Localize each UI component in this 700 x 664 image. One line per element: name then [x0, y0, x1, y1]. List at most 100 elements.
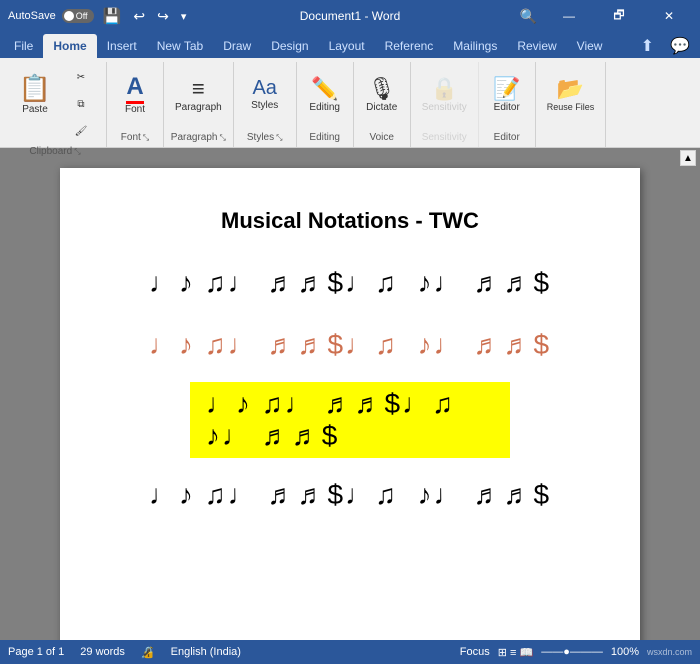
- comments-icon[interactable]: 💬: [664, 34, 696, 58]
- ribbon-group-paragraph: ≡ Paragraph Paragraph ⤡: [164, 62, 234, 147]
- tab-mailings[interactable]: Mailings: [443, 34, 507, 58]
- dictate-label: Dictate: [366, 102, 397, 113]
- tab-view[interactable]: View: [567, 34, 613, 58]
- tab-references[interactable]: Referenc: [375, 34, 444, 58]
- reuse-files-icon: 📂: [557, 76, 584, 102]
- more-commands-icon[interactable]: ▾: [178, 8, 190, 25]
- tab-new-tab[interactable]: New Tab: [147, 34, 213, 58]
- ribbon-group-editing: ✏️ Editing Editing: [297, 62, 354, 147]
- editor-icon: 📝: [493, 76, 520, 102]
- collapse-ribbon-button[interactable]: ▲: [680, 150, 696, 166]
- reuse-files-content: 📂 Reuse Files: [542, 64, 600, 141]
- tab-home[interactable]: Home: [43, 34, 96, 58]
- editing-label: Editing: [309, 102, 340, 113]
- cut-icon: ✂: [77, 72, 85, 83]
- title-bar: AutoSave Off 💾 ↩ ↪ ▾ Document1 - Word 🔍 …: [0, 0, 700, 32]
- voice-group-label: Voice: [360, 130, 404, 145]
- clipboard-small-group: ✂ ⧉ 🖌: [62, 64, 100, 144]
- editor-group-label: Editor: [485, 130, 529, 145]
- ribbon-group-voice: 🎙 Dictate Voice: [354, 62, 411, 147]
- status-bar: Page 1 of 1 29 words 🔏 English (India) F…: [0, 640, 700, 664]
- editor-content: 📝 Editor: [485, 64, 529, 130]
- title-bar-right: 🔍 — 🗗 ✕: [515, 0, 692, 32]
- ribbon-tabs: File Home Insert New Tab Draw Design Lay…: [0, 32, 700, 58]
- ribbon: 📋 Paste ✂ ⧉ 🖌 Clipboard ⤡ A: [0, 58, 700, 148]
- styles-expand-icon[interactable]: ⤡: [276, 133, 282, 143]
- track-changes-icon[interactable]: 🔏: [141, 646, 155, 659]
- copy-icon: ⧉: [77, 99, 84, 110]
- music-row-1: ♩♪ ♫♩ ♬♬$♩♫ ♪♩ ♬♬$: [120, 258, 580, 308]
- ribbon-group-reuse-files: 📂 Reuse Files: [536, 62, 607, 147]
- styles-button[interactable]: Aa Styles: [240, 64, 290, 124]
- clipboard-expand-icon[interactable]: ⤡: [74, 147, 80, 157]
- tab-review[interactable]: Review: [507, 34, 566, 58]
- sensitivity-group-label: Sensitivity: [417, 130, 472, 145]
- document-heading: Musical Notations - TWC: [221, 208, 479, 234]
- paragraph-expand-icon[interactable]: ⤡: [220, 133, 226, 143]
- tab-layout[interactable]: Layout: [319, 34, 375, 58]
- undo-icon[interactable]: ↩: [130, 6, 148, 27]
- clipboard-label: Clipboard ⤡: [10, 144, 100, 159]
- title-bar-left: AutoSave Off 💾 ↩ ↪ ▾: [8, 5, 189, 27]
- reuse-files-button[interactable]: 📂 Reuse Files: [542, 64, 600, 124]
- styles-group-label: Styles ⤡: [240, 130, 290, 145]
- ribbon-right-controls: ⬆ 💬: [635, 34, 696, 58]
- close-button[interactable]: ✕: [646, 0, 692, 32]
- dictate-button[interactable]: 🎙 Dictate: [360, 64, 404, 124]
- search-icon[interactable]: 🔍: [515, 6, 542, 27]
- paste-button[interactable]: 📋 Paste: [10, 64, 60, 124]
- save-icon[interactable]: 💾: [100, 5, 125, 27]
- tab-draw[interactable]: Draw: [213, 34, 261, 58]
- editor-label: Editor: [494, 102, 520, 113]
- status-right: Focus ⊞ ≡ 📖 ——●——— 100% wsxdn.com: [460, 646, 692, 659]
- language-info[interactable]: English (India): [171, 646, 241, 658]
- tab-insert[interactable]: Insert: [97, 34, 147, 58]
- clipboard-content: 📋 Paste ✂ ⧉ 🖌: [10, 64, 100, 144]
- styles-icon: Aa: [252, 77, 276, 100]
- sensitivity-label: Sensitivity: [422, 102, 467, 113]
- tab-design[interactable]: Design: [261, 34, 318, 58]
- autosave-toggle[interactable]: Off: [62, 9, 94, 23]
- font-expand-icon[interactable]: ⤡: [143, 133, 149, 143]
- editor-button[interactable]: 📝 Editor: [485, 64, 529, 124]
- editing-button[interactable]: ✏️ Editing: [303, 64, 347, 124]
- copy-button[interactable]: ⧉: [62, 91, 100, 117]
- redo-icon[interactable]: ↪: [154, 6, 172, 27]
- font-button[interactable]: A Font: [113, 64, 157, 124]
- music-symbols-3: ♩♪ ♫♩ ♬♬$♩♫ ♪♩ ♬♬$: [206, 388, 494, 452]
- music-symbols-4: ♩♪ ♫♩ ♬♬$♩♫ ♪♩ ♬♬$: [149, 479, 551, 511]
- zoom-level[interactable]: 100%: [611, 646, 639, 658]
- dictate-icon: 🎙: [368, 76, 396, 102]
- ribbon-group-clipboard: 📋 Paste ✂ ⧉ 🖌 Clipboard ⤡: [4, 62, 107, 147]
- styles-label: Styles: [251, 100, 278, 111]
- styles-content: Aa Styles: [240, 64, 290, 130]
- ribbon-group-font: A Font Font ⤡: [107, 62, 164, 147]
- music-row-3: ♩♪ ♫♩ ♬♬$♩♫ ♪♩ ♬♬$: [190, 382, 510, 458]
- paragraph-label: Paragraph: [175, 102, 222, 113]
- focus-mode[interactable]: Focus: [460, 646, 490, 658]
- editing-content: ✏️ Editing: [303, 64, 347, 130]
- paste-icon: 📋: [19, 73, 51, 104]
- ribbon-group-editor: 📝 Editor Editor: [479, 62, 536, 147]
- tab-file[interactable]: File: [4, 34, 43, 58]
- paragraph-icon: ≡: [192, 76, 205, 102]
- editing-group-label: Editing: [303, 130, 347, 145]
- zoom-slider[interactable]: ——●———: [541, 646, 603, 658]
- format-painter-icon: 🖌: [75, 126, 88, 137]
- paragraph-button[interactable]: ≡ Paragraph: [170, 64, 227, 124]
- page-info: Page 1 of 1: [8, 646, 64, 658]
- minimize-button[interactable]: —: [546, 0, 592, 32]
- document-page: Musical Notations - TWC ♩♪ ♫♩ ♬♬$♩♫ ♪♩ ♬…: [60, 168, 640, 640]
- format-painter-button[interactable]: 🖌: [62, 118, 100, 144]
- wsxdn-watermark: wsxdn.com: [647, 647, 692, 657]
- view-icons: ⊞ ≡ 📖: [498, 646, 533, 659]
- voice-content: 🎙 Dictate: [360, 64, 404, 130]
- cut-button[interactable]: ✂: [62, 64, 100, 90]
- document-area: Musical Notations - TWC ♩♪ ♫♩ ♬♬$♩♫ ♪♩ ♬…: [0, 148, 700, 640]
- ribbon-group-styles: Aa Styles Styles ⤡: [234, 62, 297, 147]
- autosave-label: AutoSave: [8, 10, 56, 22]
- share-icon[interactable]: ⬆: [635, 34, 660, 58]
- restore-button[interactable]: 🗗: [596, 0, 642, 32]
- sensitivity-button[interactable]: 🔒 Sensitivity: [417, 64, 472, 124]
- editing-icon: ✏️: [311, 76, 338, 102]
